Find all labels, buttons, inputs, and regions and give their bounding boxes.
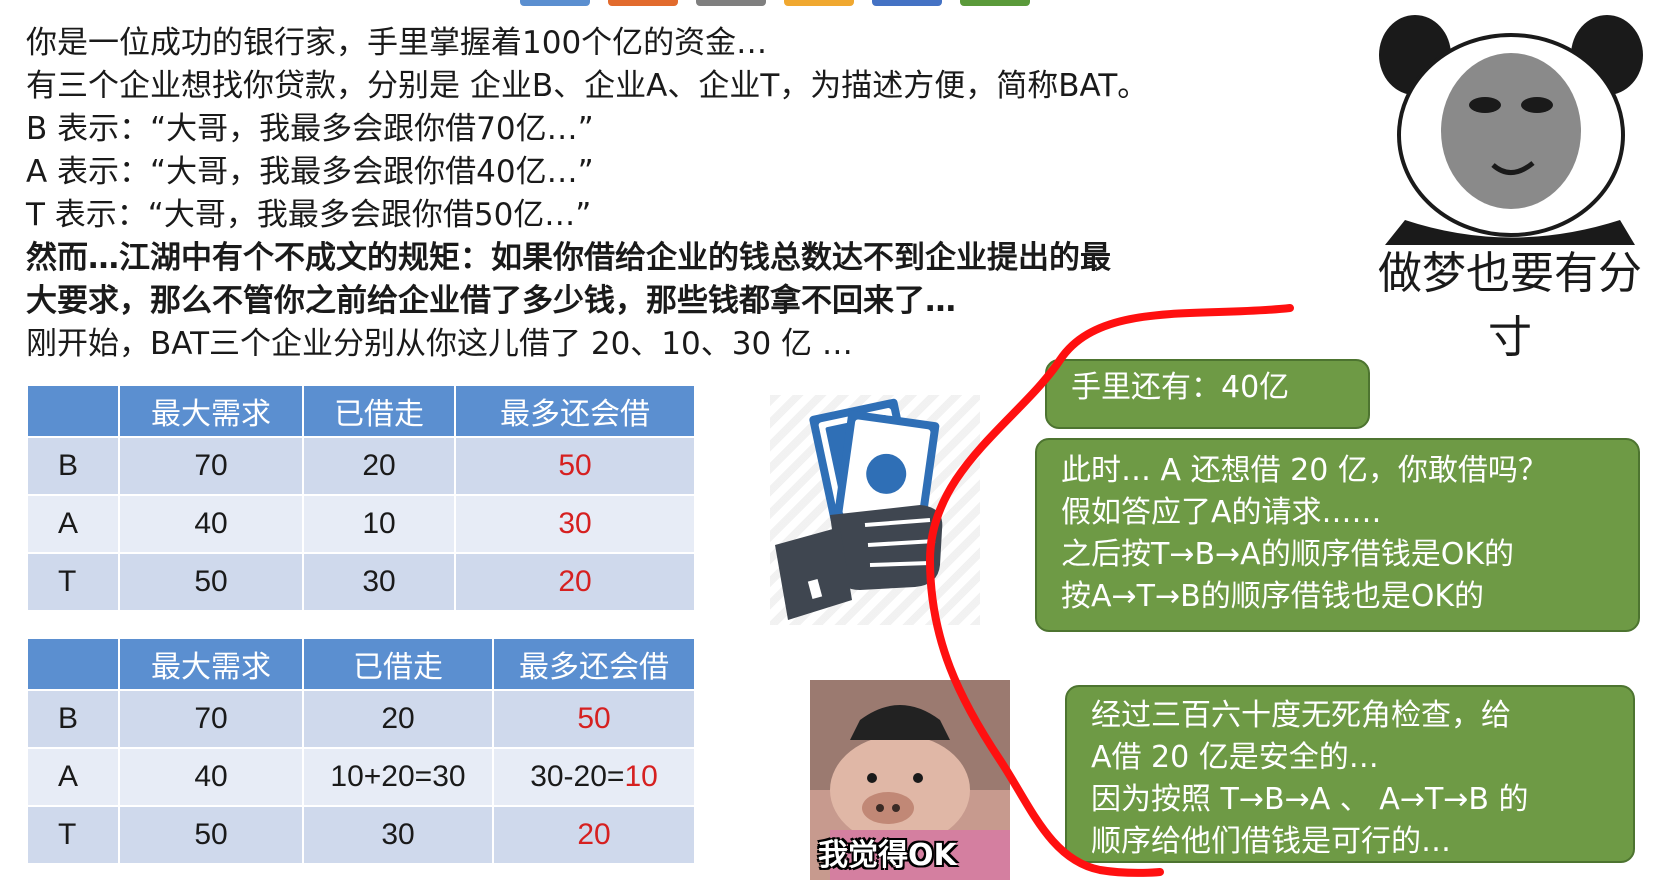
rule-line: 大要求，那么不管你之前给企业借了多少钱，那些钱都拿不回来了… [26, 283, 956, 319]
need-value: 20 [577, 818, 611, 851]
borrowed-cell: 20 [304, 691, 492, 747]
money-hand-icon [770, 395, 980, 625]
need-cell: 30 [456, 496, 694, 552]
need-value: 30 [558, 507, 592, 540]
company-cell: T [28, 807, 118, 863]
rule-line: 然而…江湖中有个不成文的规矩：如果你借给企业的钱总数达不到企业提出的最 [26, 240, 1111, 276]
color-tab[interactable] [520, 0, 590, 6]
borrowed-cell: 30 [304, 807, 492, 863]
company-cell: B [28, 691, 118, 747]
color-tab[interactable] [696, 0, 766, 6]
need-value: 50 [577, 702, 611, 735]
question-line: 按A→T→B的顺序借钱也是OK的 [1061, 579, 1484, 614]
max-cell: 40 [120, 496, 302, 552]
company-cell: B [28, 438, 118, 494]
color-tab[interactable] [784, 0, 854, 6]
table-header-cell: 最大需求 [120, 639, 302, 689]
loan-table-after: 最大需求 已借走 最多还会借 B 70 20 50 A 40 10+20=30 … [26, 637, 696, 865]
table-header-cell: 已借走 [304, 639, 492, 689]
intro-line: A 表示：“大哥，我最多会跟你借40亿…” [26, 154, 594, 190]
color-tab[interactable] [872, 0, 942, 6]
max-cell: 70 [120, 691, 302, 747]
need-cell: 50 [494, 691, 694, 747]
borrowed-cell: 10 [304, 496, 454, 552]
intro-line: 你是一位成功的银行家，手里掌握着100个亿的资金… [26, 25, 768, 61]
table-header-cell [28, 639, 118, 689]
table-header-cell: 已借走 [304, 386, 454, 436]
table-header-cell: 最多还会借 [494, 639, 694, 689]
money-hand-graphic [775, 398, 943, 620]
company-cell: A [28, 496, 118, 552]
question-line: 之后按T→B→A的顺序借钱是OK的 [1061, 537, 1514, 572]
company-cell: A [28, 749, 118, 805]
table-row: T 50 30 20 [28, 807, 694, 863]
need-cell: 30-20=10 [494, 749, 694, 805]
top-color-tabs [520, 0, 1030, 6]
pig-meme-image: 我觉得OK [810, 680, 1010, 880]
answer-line: A借 20 亿是安全的… [1091, 740, 1379, 775]
answer-line: 顺序给他们借钱是可行的… [1091, 824, 1451, 859]
need-value: 50 [558, 449, 592, 482]
question-line: 此时… A 还想借 20 亿，你敢借吗？ [1061, 453, 1548, 488]
intro-line: 有三个企业想找你贷款，分别是 企业B、企业A、企业T，为描述方便，简称BAT。 [26, 68, 1149, 104]
company-cell: T [28, 554, 118, 610]
answer-line: 经过三百六十度无死角检查，给 [1091, 698, 1511, 733]
remaining-funds-text: 手里还有：40亿 [1071, 370, 1290, 405]
need-value: 10 [624, 760, 658, 793]
intro-text: 你是一位成功的银行家，手里掌握着100个亿的资金… 有三个企业想找你贷款，分别是… [26, 22, 1326, 366]
borrowed-cell: 30 [304, 554, 454, 610]
table-header-row: 最大需求 已借走 最多还会借 [28, 639, 694, 689]
answer-line: 因为按照 T→B→A 、 A→T→B 的 [1091, 782, 1529, 817]
table-header-row: 最大需求 已借走 最多还会借 [28, 386, 694, 436]
need-value: 20 [558, 565, 592, 598]
borrowed-cell: 10+20=30 [304, 749, 492, 805]
question-line: 假如答应了A的请求…… [1061, 495, 1382, 530]
table-header-cell: 最大需求 [120, 386, 302, 436]
need-cell: 50 [456, 438, 694, 494]
color-tab[interactable] [960, 0, 1030, 6]
question-callout: 此时… A 还想借 20 亿，你敢借吗？ 假如答应了A的请求…… 之后按T→B→… [1035, 438, 1640, 632]
table-row: B 70 20 50 [28, 438, 694, 494]
table-row: A 40 10+20=30 30-20=10 [28, 749, 694, 805]
need-cell: 20 [456, 554, 694, 610]
max-cell: 70 [120, 438, 302, 494]
need-prefix: 30-20= [530, 760, 625, 793]
loan-table-initial: 最大需求 已借走 最多还会借 B 70 20 50 A 40 10 30 T 5… [26, 384, 696, 612]
pig-caption: 我觉得OK [818, 838, 957, 873]
answer-callout: 经过三百六十度无死角检查，给 A借 20 亿是安全的… 因为按照 T→B→A 、… [1065, 685, 1635, 863]
table-header-cell [28, 386, 118, 436]
table-row: A 40 10 30 [28, 496, 694, 552]
max-cell: 50 [120, 807, 302, 863]
intro-line: B 表示：“大哥，我最多会跟你借70亿…” [26, 111, 594, 147]
table-header-cell: 最多还会借 [456, 386, 694, 436]
need-cell: 20 [494, 807, 694, 863]
max-cell: 40 [120, 749, 302, 805]
table-row: T 50 30 20 [28, 554, 694, 610]
panda-caption: 做梦也要有分寸 [1378, 248, 1642, 363]
panda-meme-image: 做梦也要有分寸 [1375, 5, 1645, 363]
color-tab[interactable] [608, 0, 678, 6]
borrowed-cell: 20 [304, 438, 454, 494]
remaining-funds-callout: 手里还有：40亿 [1045, 359, 1370, 429]
max-cell: 50 [120, 554, 302, 610]
table-row: B 70 20 50 [28, 691, 694, 747]
intro-line: T 表示：“大哥，我最多会跟你借50亿…” [26, 197, 592, 233]
